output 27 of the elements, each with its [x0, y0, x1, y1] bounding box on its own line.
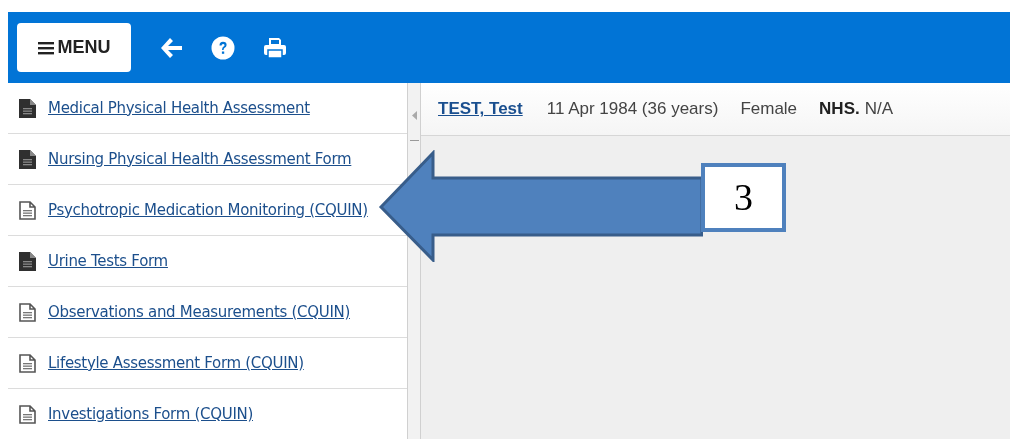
- date-of-birth: 11 Apr 1984 (36 years): [546, 98, 719, 121]
- form-link[interactable]: Psychotropic Medication Monitoring (CQUIN): [48, 198, 368, 222]
- document-icon: [19, 149, 36, 169]
- document-icon: [19, 251, 36, 271]
- document-icon: [19, 302, 36, 322]
- dash-icon: [409, 140, 419, 142]
- document-icon: [19, 98, 36, 118]
- form-link[interactable]: Lifestyle Assessment Form (CQUIN): [48, 351, 304, 375]
- menu-button[interactable]: MENU: [17, 23, 131, 72]
- document-icon: [19, 404, 36, 424]
- nhs-label: NHS.: [819, 98, 860, 121]
- form-link[interactable]: Observations and Measurements (CQUIN): [48, 300, 350, 324]
- patient-name-link[interactable]: TEST, Test: [438, 96, 523, 122]
- back-arrow-icon[interactable]: [159, 36, 183, 59]
- gender: Female: [740, 98, 798, 121]
- document-icon: [19, 353, 36, 373]
- form-link[interactable]: Investigations Form (CQUIN): [48, 402, 253, 426]
- callout-number-box: 3: [701, 163, 786, 232]
- nhs-value: N/A: [864, 98, 894, 121]
- form-link[interactable]: Urine Tests Form: [48, 249, 168, 273]
- menu-icon: [37, 40, 54, 55]
- form-link[interactable]: Medical Physical Health Assessment: [48, 96, 310, 120]
- help-icon[interactable]: [211, 35, 235, 60]
- document-icon: [19, 200, 36, 220]
- collapse-triangle-icon: [411, 111, 417, 120]
- print-icon[interactable]: [263, 36, 287, 59]
- form-link[interactable]: Nursing Physical Health Assessment Form: [48, 147, 352, 171]
